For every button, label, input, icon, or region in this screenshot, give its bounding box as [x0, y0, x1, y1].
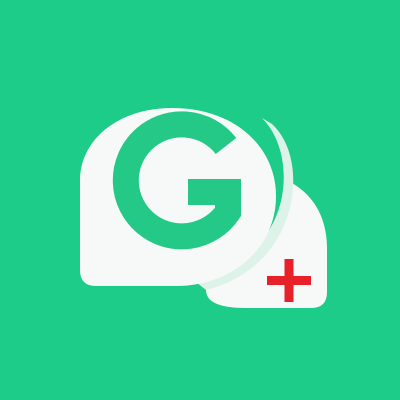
app-logo-icon [80, 108, 327, 308]
